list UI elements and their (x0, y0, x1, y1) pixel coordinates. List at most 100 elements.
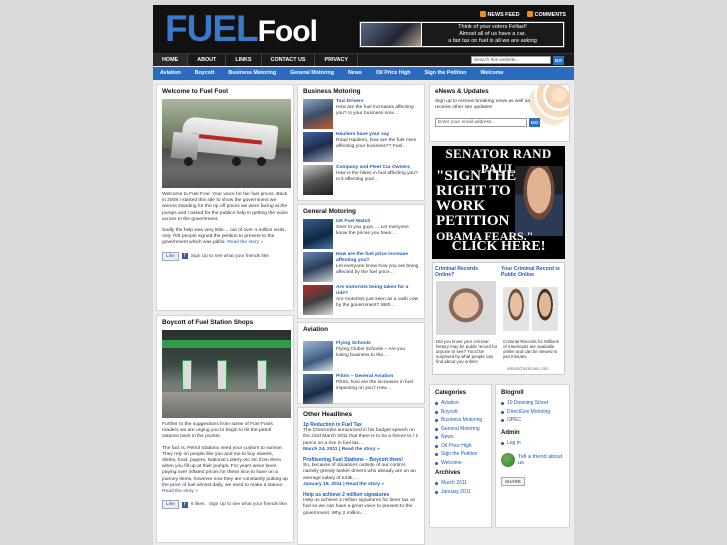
category-link[interactable]: General Motoring (435, 425, 486, 434)
criminal-records-ad[interactable]: Criminal Records Online? Your Criminal R… (432, 262, 565, 375)
taxi-thumbnail (303, 99, 333, 129)
cat-nav-aviation[interactable]: Aviation (153, 67, 188, 80)
category-link[interactable]: Business Motoring (435, 416, 486, 425)
welcome-body: Welcome to Fuel Fool. Your voice for fai… (162, 192, 288, 247)
fleet-thumbnail (303, 165, 333, 195)
email-go-button[interactable]: GO (529, 118, 540, 127)
ad-url[interactable]: instantcheckmate.com (507, 366, 549, 371)
pilots-thumbnail (303, 374, 333, 404)
list-item[interactable]: UK Fuel Watch Over to you guys…. Let ever… (303, 219, 419, 249)
tell-a-friend-text: Tell a friend about us (518, 454, 563, 466)
read-more-link[interactable]: Read the story » (162, 489, 198, 494)
cat-nav-oil-price-high[interactable]: Oil Price High (369, 67, 418, 80)
aviation-box: Aviation Flying Schools Flying Clubs/ Sch… (297, 322, 425, 404)
blogroll-link[interactable]: OPEC (501, 416, 564, 425)
archives-title: Archives (435, 470, 461, 476)
general-motoring-title[interactable]: General Motoring (303, 208, 419, 215)
blogroll-link[interactable]: 10 Downing Street (501, 399, 564, 408)
list-item[interactable]: Company and Fleet Car Owners How is the h… (303, 165, 419, 195)
cat-nav-welcome[interactable]: Welcome (473, 67, 510, 80)
facebook-like-button[interactable]: Like (162, 500, 179, 510)
welcome-title[interactable]: Welcome to Fuel Fool (162, 88, 288, 95)
boycott-post: Boycott of Fuel Station Shops Further to… (156, 315, 294, 543)
cat-nav-business-motoring[interactable]: Business Motoring (221, 67, 283, 80)
facebook-signup-text[interactable]: Sign Up to see what your friends like. (209, 502, 288, 507)
category-link[interactable]: News (435, 433, 486, 442)
category-link[interactable]: Boycott (435, 408, 486, 417)
blogroll-link[interactable]: DirectGov Motoring (501, 408, 564, 417)
mugshot-image (532, 287, 558, 331)
site-header: FUELFool NEWS FEED COMMENTS Think of you… (153, 5, 574, 53)
ad-left-heading[interactable]: Criminal Records Online? (435, 266, 497, 278)
enews-box: eNews & Updates Sign up to receive break… (429, 84, 570, 142)
fuel-station-image (162, 330, 291, 418)
list-item[interactable]: Pilots – General Aviation Pilots, how are… (303, 374, 419, 404)
facebook-signup-text[interactable]: Sign Up to see what your friends like. (191, 254, 270, 259)
category-link[interactable]: Sign the Petition (435, 450, 486, 459)
news-feed-link[interactable]: NEWS FEED (479, 11, 520, 18)
cat-nav-general-motoring[interactable]: General Motoring (283, 67, 341, 80)
facebook-icon: f (181, 253, 188, 260)
boycott-paragraph: Further to the suggestions from some of … (162, 422, 273, 440)
read-more-link[interactable]: Read the story » (227, 240, 263, 245)
nav-about[interactable]: ABOUT (188, 54, 227, 66)
ad-right-text: Criminal Records for Millions of America… (503, 339, 559, 359)
list-item[interactable]: How are the fuel price increase affectin… (303, 252, 419, 282)
search-input[interactable]: Search this website... (471, 56, 551, 64)
rss-icon (526, 11, 533, 17)
site-logo[interactable]: FUELFool (165, 10, 318, 51)
headline-item[interactable]: Help us achieve 2 million signatures Help… (303, 492, 419, 517)
archives-list: March 2011 January 2011 (435, 479, 486, 496)
boycott-title[interactable]: Boycott of Fuel Station Shops (162, 319, 288, 326)
business-motoring-title[interactable]: Business Motoring (303, 88, 419, 95)
other-headlines-title[interactable]: Other Headlines (303, 411, 419, 418)
aviation-title[interactable]: Aviation (303, 326, 419, 333)
rand-paul-ad[interactable]: SENATOR RAND PAUL "SIGN THE RIGHT TO WOR… (432, 146, 565, 259)
blogroll-box: Blogroll 10 Downing Street DirectGov Mot… (495, 384, 570, 528)
cat-nav-news[interactable]: News (341, 67, 369, 80)
headline-item[interactable]: 1p Reduction in Fuel Tax The Chancellor a… (303, 422, 419, 453)
facebook-like-bar: Like f 6 likes. Sign Up to see what your… (162, 500, 288, 510)
email-field[interactable]: Enter your email address... (435, 118, 527, 127)
cat-nav-sign-the-petition[interactable]: Sign the Petition (418, 67, 474, 80)
list-item[interactable]: Taxi Drivers How are the fuel increases a… (303, 99, 419, 129)
nav-contact-us[interactable]: CONTACT US (262, 54, 316, 66)
comments-feed-link[interactable]: COMMENTS (526, 11, 566, 18)
welcome-paragraph-2: Sadly the help was very little… out of o… (162, 228, 286, 246)
feed-links: NEWS FEED COMMENTS (479, 11, 566, 18)
login-link[interactable]: Log in (501, 439, 564, 448)
list-item[interactable]: Hauliers have your say Road Hauliers, how… (303, 132, 419, 162)
search-go-button[interactable]: GO (553, 56, 564, 65)
list-item[interactable]: Flying Schools Flying Clubs/ Schools – Ar… (303, 341, 419, 371)
header-banner-ad[interactable]: Think of your voters Fellas!! Almost all… (359, 21, 565, 48)
business-motoring-box: Business Motoring Taxi Drivers How are th… (297, 84, 425, 201)
welcome-paragraph: Welcome to Fuel Fool. Your voice for fai… (162, 192, 288, 222)
other-headlines-box: Other Headlines 1p Reduction in Fuel Tax… (297, 407, 425, 545)
tell-a-friend-icon (501, 453, 515, 467)
cat-nav-boycott[interactable]: Boycott (188, 67, 222, 80)
haulier-thumbnail (303, 132, 333, 162)
category-link[interactable]: Oil Price High (435, 442, 486, 451)
facebook-like-button[interactable]: Like (162, 251, 179, 261)
logo-text-fool: Fool (257, 15, 318, 48)
category-link[interactable]: Aviation (435, 399, 486, 408)
list-item[interactable]: Are motorists being taken for a ride? Are… (303, 285, 419, 315)
admin-list: Log in (501, 439, 564, 448)
mugshot-image (436, 281, 496, 335)
ad-right-heading[interactable]: Your Criminal Record is Public Online (501, 266, 561, 278)
rss-icon (479, 11, 486, 17)
fuel-watch-thumbnail (303, 219, 333, 249)
ad-body: "SIGN THE RIGHT TO WORK PETITION OBAMA F… (436, 168, 534, 244)
ad-click-here[interactable]: CLICK HERE! (432, 239, 565, 255)
category-link[interactable]: Welcome (435, 459, 486, 468)
boycott-body: Further to the suggestions from some of … (162, 422, 288, 495)
general-motoring-box: General Motoring UK Fuel Watch Over to yo… (297, 204, 425, 319)
nav-privacy[interactable]: PRIVACY (315, 54, 359, 66)
headline-item[interactable]: Profiteering Fuel Stations – Boycott the… (303, 457, 419, 488)
nav-home[interactable]: HOME (153, 54, 189, 66)
nav-links[interactable]: LINKS (226, 54, 262, 66)
archive-link[interactable]: March 2011 (435, 479, 486, 488)
archive-link[interactable]: January 2011 (435, 488, 486, 497)
share-button[interactable]: SHARE (501, 477, 525, 486)
tell-a-friend-link[interactable]: Tell a friend about us (501, 453, 564, 467)
